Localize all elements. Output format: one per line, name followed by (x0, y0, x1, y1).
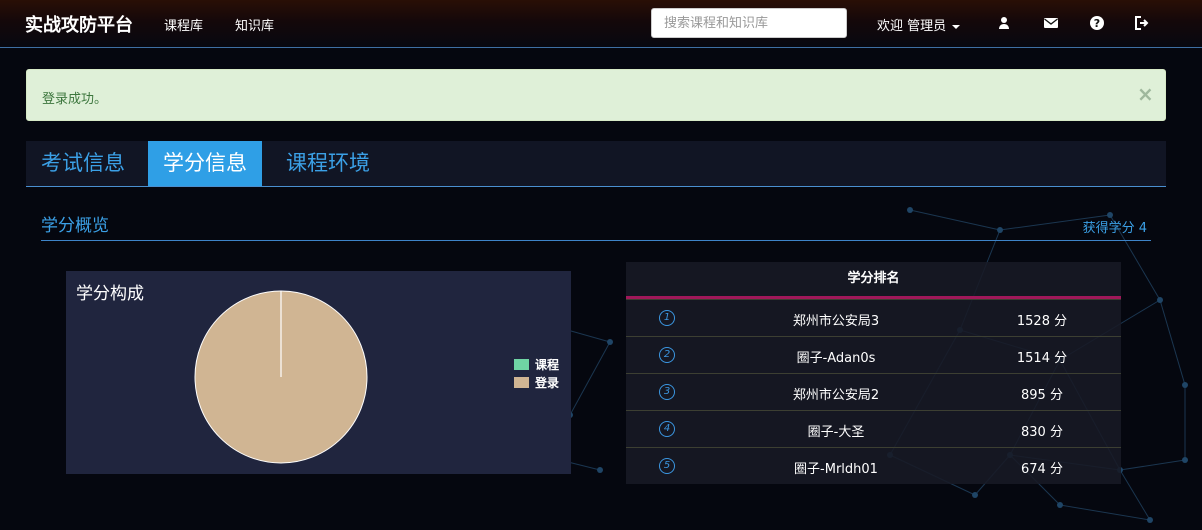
sign-out-icon[interactable] (1134, 15, 1150, 31)
rank-score: 895 分 (1021, 388, 1063, 403)
ranking-row: 4 圈子-大圣 830 分 (626, 410, 1121, 447)
envelope-icon[interactable] (1043, 15, 1059, 31)
pie-chart: 课程登录 (194, 290, 559, 464)
nav-link-knowledge[interactable]: 知识库 (235, 15, 274, 34)
rank-score: 1528 分 (1016, 314, 1068, 329)
rank-user-name: 郑州市公安局3 (792, 314, 880, 329)
rank-score: 674 分 (1021, 462, 1063, 477)
caret-down-icon (952, 24, 961, 29)
top-navbar: 实战攻防平台 课程库 知识库 欢迎 管理员 ? (0, 0, 1202, 48)
info-tabs: 考试信息 学分信息 课程环境 (26, 141, 1166, 187)
tab-course-environment[interactable]: 课程环境 (271, 141, 385, 186)
rank-number-badge: 5 (659, 458, 675, 474)
login-success-alert: 登录成功。 × (26, 69, 1166, 121)
rank-user-name: 圈子-大圣 (807, 425, 865, 440)
ranking-row: 5 圈子-Mrldh01 674 分 (626, 447, 1121, 484)
rank-score: 1514 分 (1016, 351, 1068, 366)
ranking-title: 学分排名 (626, 262, 1121, 299)
rank-score: 830 分 (1021, 425, 1063, 440)
legend-swatch (514, 359, 529, 370)
svg-text:?: ? (1094, 17, 1100, 30)
welcome-label: 欢迎 管理员 (877, 19, 947, 34)
rank-number-badge: 1 (659, 310, 675, 326)
search-input[interactable] (651, 8, 847, 38)
tab-exam-info[interactable]: 考试信息 (26, 141, 140, 186)
alert-message: 登录成功。 (42, 92, 108, 107)
rank-user-name: 郑州市公安局2 (792, 388, 880, 403)
credit-ranking-table: 学分排名 1 郑州市公安局3 1528 分 2 圈子-Adan0s 1514 分… (626, 262, 1121, 484)
tab-credit-info[interactable]: 学分信息 (148, 141, 262, 186)
alert-close-button[interactable]: × (1137, 84, 1154, 104)
rank-number-badge: 4 (659, 421, 675, 437)
section-title: 学分概览 (41, 216, 109, 236)
rank-number-badge: 3 (659, 384, 675, 400)
question-icon[interactable]: ? (1089, 15, 1105, 31)
rank-user-name: 圈子-Adan0s (796, 351, 876, 366)
legend-label: 登录 (534, 375, 559, 390)
credit-overview-header: 学分概览 获得学分 4 (41, 205, 1151, 241)
nav-link-courses[interactable]: 课程库 (164, 15, 203, 34)
ranking-row: 3 郑州市公安局2 895 分 (626, 373, 1121, 410)
ranking-row: 2 圈子-Adan0s 1514 分 (626, 336, 1121, 373)
rank-user-name: 圈子-Mrldh01 (794, 462, 878, 477)
legend-swatch (514, 377, 529, 388)
credit-composition-chart: 学分构成 课程 登录 (66, 271, 571, 474)
user-icon[interactable] (996, 15, 1012, 31)
ranking-row: 1 郑州市公安局3 1528 分 (626, 299, 1121, 336)
user-menu-dropdown[interactable]: 欢迎 管理员 (877, 15, 961, 34)
rank-number-badge: 2 (659, 347, 675, 363)
legend-label: 课程 (535, 357, 559, 372)
earned-credit-link[interactable]: 获得学分 4 (1083, 217, 1147, 236)
brand-logo-text[interactable]: 实战攻防平台 (25, 11, 133, 37)
